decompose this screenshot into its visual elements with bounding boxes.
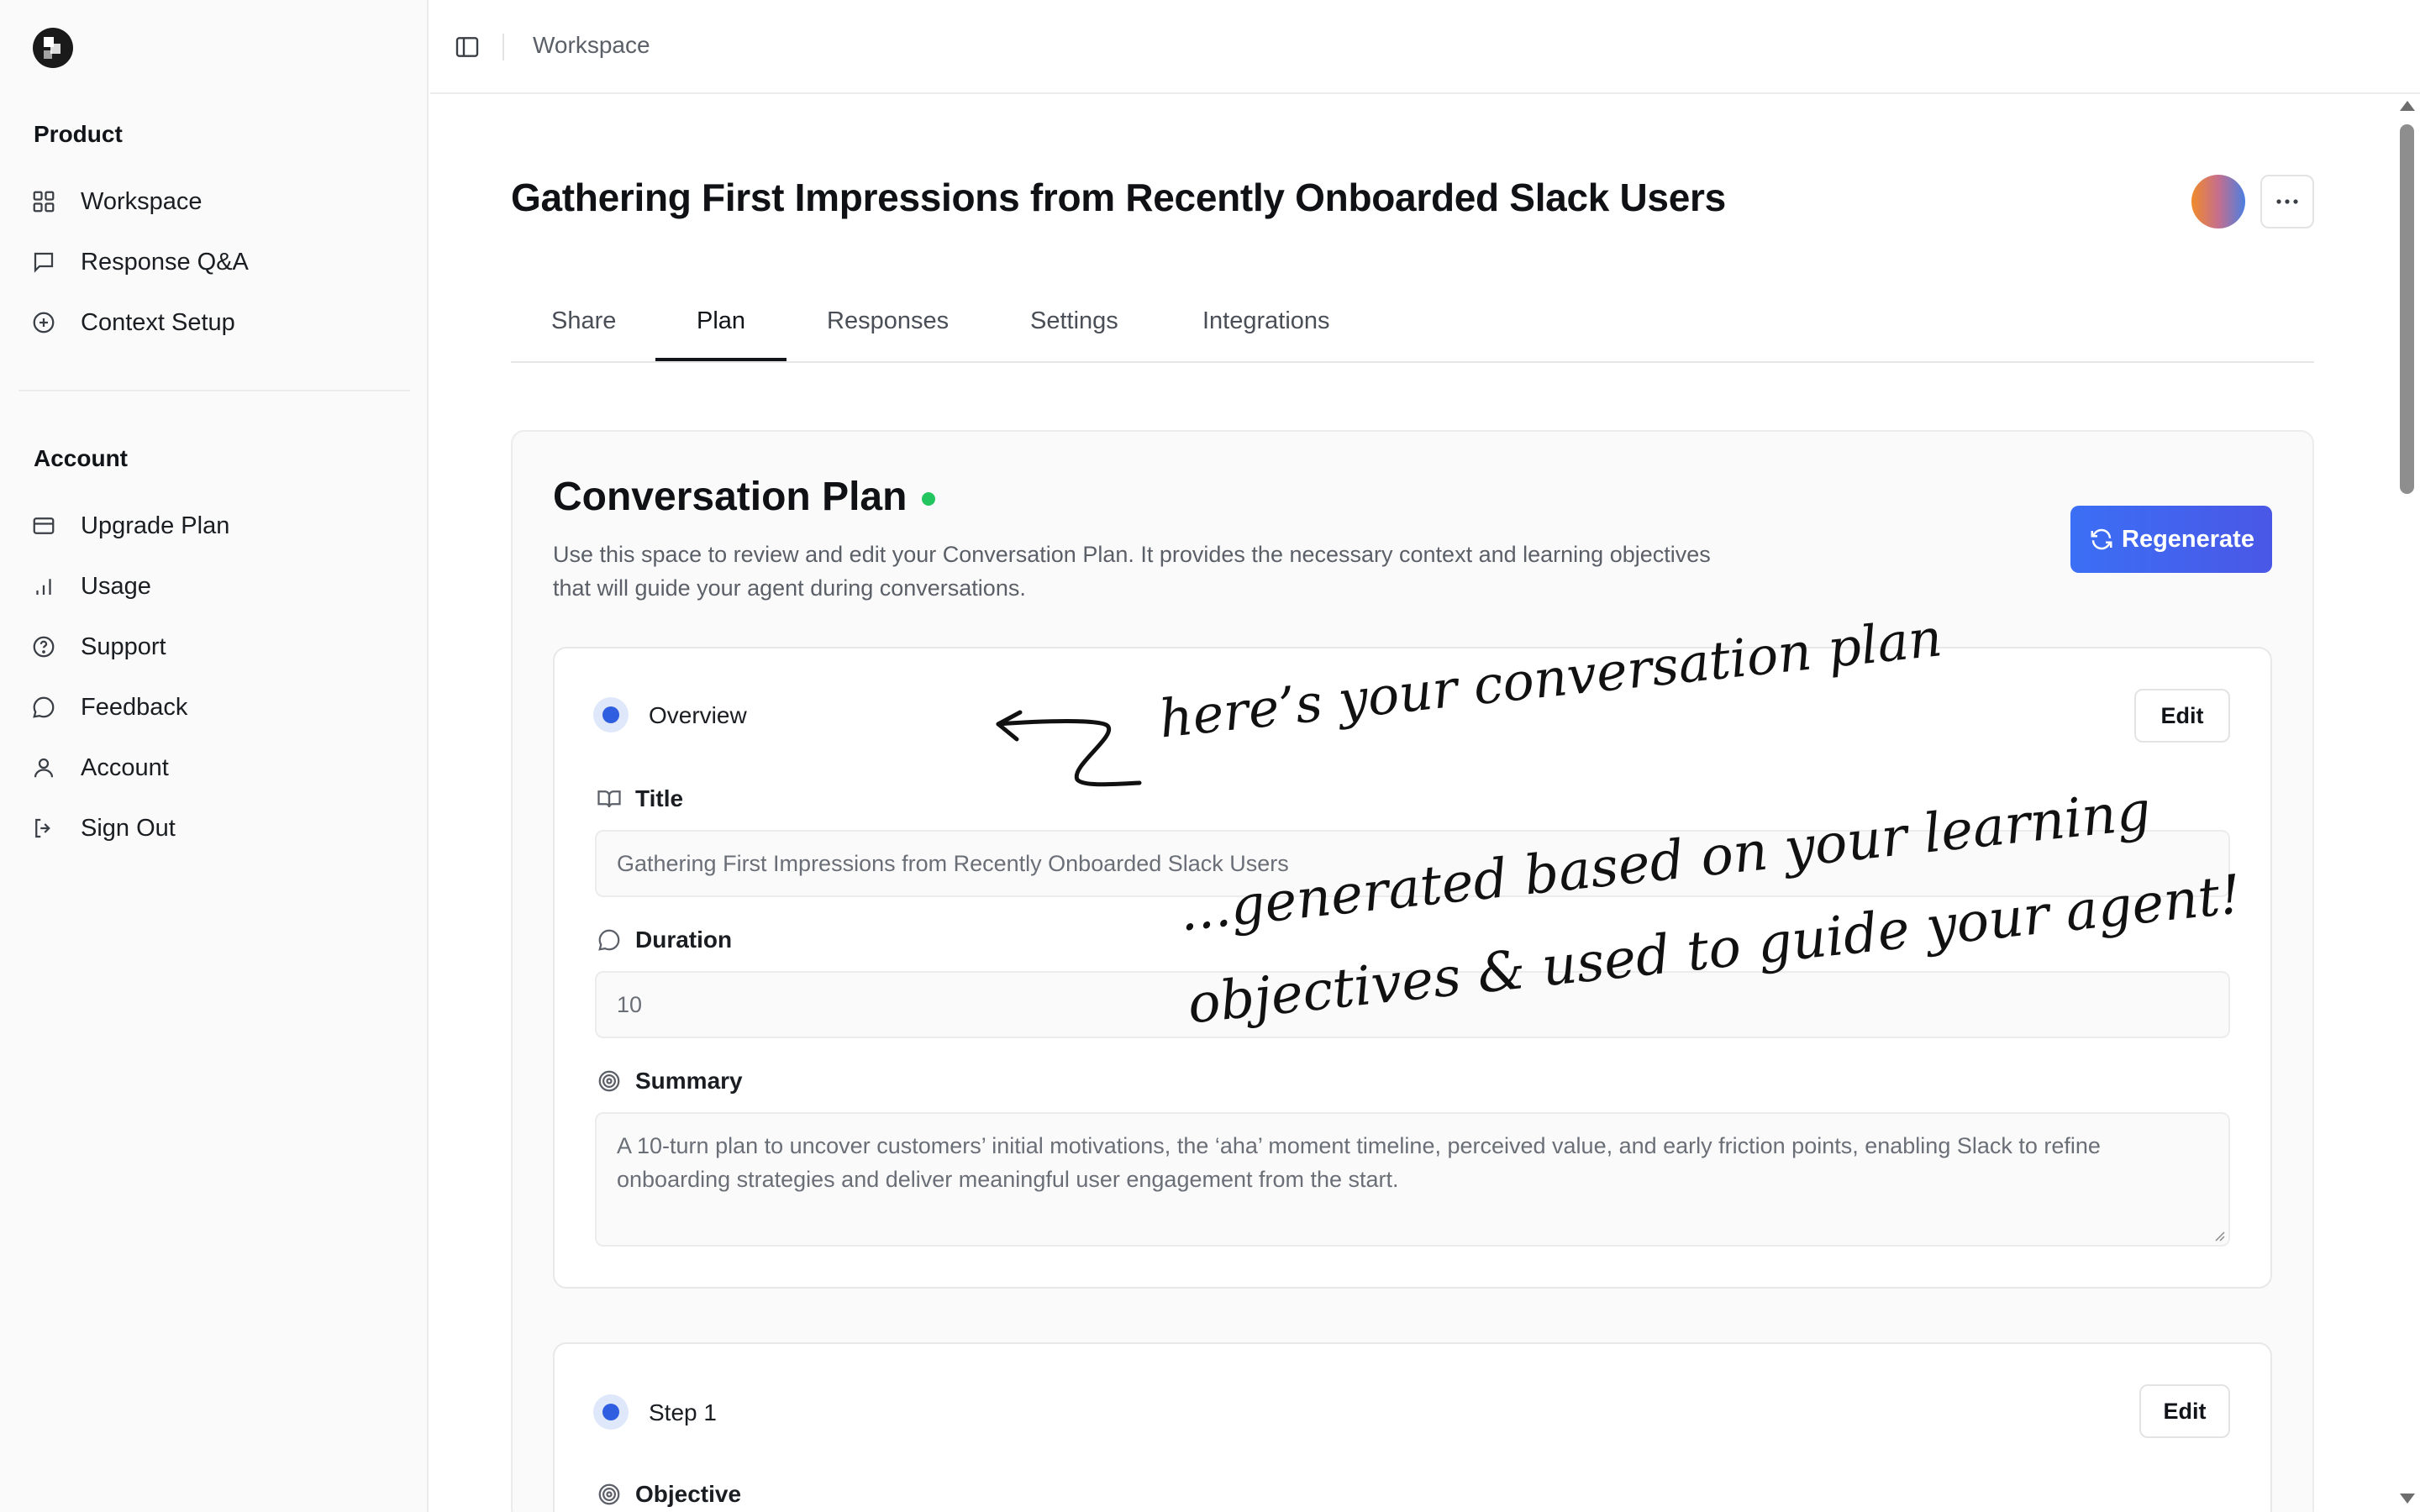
step-1-radio[interactable]	[593, 1394, 629, 1430]
tab-settings[interactable]: Settings	[1030, 307, 1118, 335]
objective-label-text: Objective	[635, 1481, 742, 1507]
sidebar-item-label: Context Setup	[81, 308, 235, 336]
plan-title: Conversation Plan	[553, 475, 908, 519]
resize-handle-icon[interactable]	[2212, 1228, 2225, 1242]
sidebar-item-label: Support	[81, 633, 166, 660]
summary-field-label: Summary	[595, 1067, 743, 1095]
duration-label-text: Duration	[635, 927, 733, 953]
title-label-text: Title	[635, 785, 684, 811]
tab-integrations[interactable]: Integrations	[1202, 307, 1330, 335]
step-1-edit-button[interactable]: Edit	[2139, 1384, 2230, 1438]
overview-radio[interactable]	[593, 697, 629, 732]
target-icon	[595, 1067, 623, 1095]
annotation-arrow-icon	[996, 710, 1142, 787]
sidebar-item-label: Response Q&A	[81, 248, 249, 276]
sidebar-item-response-qa[interactable]: Response Q&A	[24, 237, 407, 287]
sidebar-toggle-button[interactable]	[449, 29, 486, 66]
sidebar-divider	[18, 390, 410, 391]
sidebar-item-label: Account	[81, 753, 169, 781]
sidebar-item-sign-out[interactable]: Sign Out	[24, 803, 407, 853]
ellipsis-icon	[2276, 199, 2298, 204]
regenerate-label: Regenerate	[2122, 525, 2254, 553]
scroll-down-arrow-icon[interactable]	[2400, 1494, 2415, 1504]
step-1-section-card	[553, 1342, 2272, 1512]
message-circle-icon	[27, 690, 60, 724]
scroll-up-arrow-icon[interactable]	[2400, 101, 2415, 111]
sidebar-item-usage[interactable]: Usage	[24, 561, 407, 612]
topbar-divider	[502, 34, 504, 60]
bar-chart-icon	[27, 570, 60, 603]
summary-label-text: Summary	[635, 1068, 743, 1094]
sidebar-section-product: Product	[34, 121, 123, 147]
sidebar-item-upgrade-plan[interactable]: Upgrade Plan	[24, 501, 407, 551]
tab-bar: Share Plan Responses Settings Integratio…	[511, 291, 2314, 363]
breadcrumb[interactable]: Workspace	[533, 32, 650, 59]
regenerate-button[interactable]: Regenerate	[2070, 506, 2272, 573]
user-icon	[27, 751, 60, 785]
sidebar-item-support[interactable]: Support	[24, 622, 407, 672]
status-dot	[922, 492, 935, 506]
duration-field-label: Duration	[595, 926, 732, 954]
target-icon	[595, 1480, 623, 1509]
refresh-icon	[2088, 526, 2115, 553]
more-options-button[interactable]	[2260, 175, 2314, 228]
sidebar-section-account: Account	[34, 445, 128, 471]
tab-plan[interactable]: Plan	[697, 307, 745, 335]
sidebar-item-label: Usage	[81, 572, 151, 600]
credit-card-icon	[27, 509, 60, 543]
message-circle-icon	[595, 926, 623, 954]
sidebar-item-workspace[interactable]: Workspace	[24, 176, 407, 227]
objective-field-label: Objective	[595, 1480, 741, 1509]
help-circle-icon	[27, 630, 60, 664]
log-out-icon	[27, 811, 60, 845]
tab-responses[interactable]: Responses	[827, 307, 949, 335]
title-field-label: Title	[595, 785, 683, 813]
sidebar: Product Workspace Response Q&A Context S…	[0, 0, 429, 1512]
grid-icon	[27, 185, 60, 218]
sidebar-item-label: Feedback	[81, 693, 188, 721]
sidebar-item-label: Sign Out	[81, 814, 176, 842]
page-title: Gathering First Impressions from Recentl…	[511, 176, 1726, 219]
sidebar-item-feedback[interactable]: Feedback	[24, 682, 407, 732]
overview-label: Overview	[649, 702, 747, 728]
scrollbar-thumb[interactable]	[2400, 124, 2414, 494]
panel-left-icon	[455, 37, 479, 57]
plan-description: Use this space to review and edit your C…	[553, 542, 1711, 601]
active-tab-indicator	[655, 358, 786, 361]
summary-text: A 10-turn plan to uncover customers’ ini…	[617, 1133, 2101, 1192]
sidebar-item-label: Workspace	[81, 187, 203, 215]
plus-circle-icon	[27, 306, 60, 339]
avatar[interactable]	[2191, 175, 2245, 228]
step-1-label: Step 1	[649, 1399, 717, 1425]
book-open-icon	[595, 785, 623, 813]
sidebar-item-label: Upgrade Plan	[81, 512, 230, 539]
message-square-icon	[27, 245, 60, 279]
sidebar-item-account[interactable]: Account	[24, 743, 407, 793]
sidebar-item-context-setup[interactable]: Context Setup	[24, 297, 407, 348]
summary-textarea[interactable]: A 10-turn plan to uncover customers’ ini…	[595, 1112, 2230, 1247]
tab-share[interactable]: Share	[551, 307, 616, 335]
overview-edit-button[interactable]: Edit	[2134, 689, 2230, 743]
top-bar: Workspace	[430, 0, 2420, 94]
logo-icon[interactable]	[32, 27, 74, 69]
